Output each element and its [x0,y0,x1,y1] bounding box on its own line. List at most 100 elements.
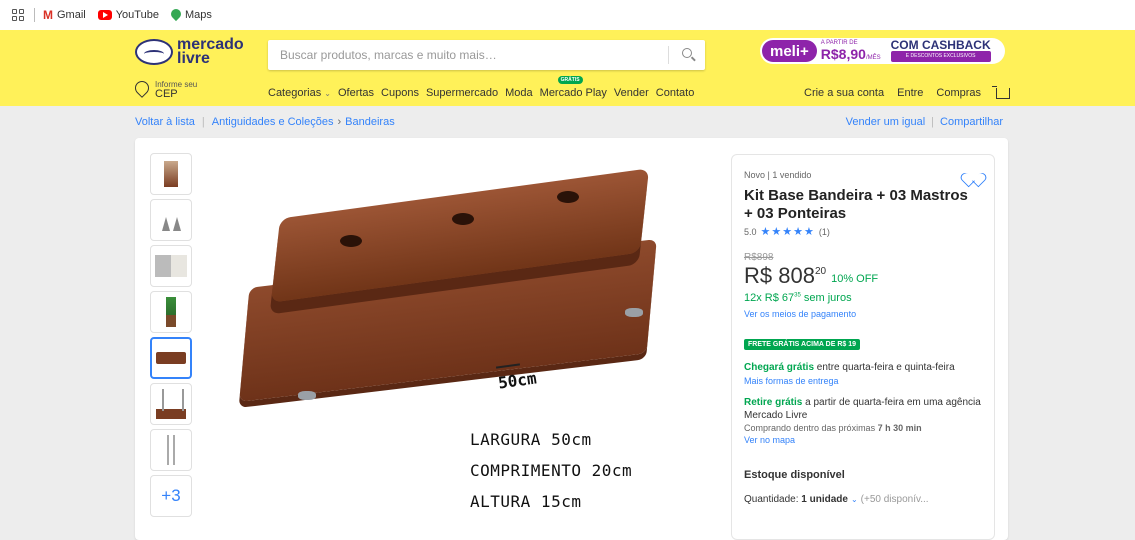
bookmark-maps[interactable]: Maps [171,9,212,21]
nav-moda[interactable]: Moda [505,87,533,99]
logo-line2: livre [177,50,210,67]
mercado-livre-logo[interactable]: mercado livre [135,37,244,67]
bookmarks-bar: M Gmail YouTube Maps [0,0,1135,30]
breadcrumb-bandeiras[interactable]: Bandeiras [345,116,395,128]
payment-methods-link[interactable]: Ver os meios de pagamento [744,309,982,319]
promo-price-suffix: /MÊS [865,55,881,61]
thumbnail[interactable] [150,429,192,471]
thumbnail-image [156,389,186,419]
pickup-bold: Retire grátis [744,397,803,408]
breadcrumb-arrow-icon: › [337,116,342,128]
back-to-list-link[interactable]: Voltar à lista [135,116,195,128]
quantity-value: 1 unidade [801,494,848,505]
search-icon[interactable] [669,40,705,70]
rubber-foot-shape [298,391,316,400]
more-delivery-link[interactable]: Mais formas de entrega [744,376,982,386]
pickup-window: Comprando dentro das próximas 7 h 30 min [744,423,982,433]
discount-label: 10% OFF [831,273,879,285]
spec-length: COMPRIMENTO 20cm [470,461,633,480]
search-input[interactable] [268,40,668,70]
pickup-window-text: Comprando dentro das próximas [744,423,878,433]
cep-label: CEP [155,88,178,100]
breadcrumb-separator: | [931,116,935,128]
cart-icon[interactable] [992,85,1011,99]
quantity-selector[interactable]: Quantidade: 1 unidade ⌄ (+50 disponív... [744,494,982,505]
more-images-label: +3 [161,486,181,505]
hole-shape [340,235,362,247]
spec-width: LARGURA 50cm [470,430,592,449]
thumbnail-image [167,435,175,465]
product-card: +3 50cm LARGURA 50cm COMPRIMENTO 20cm AL… [135,138,1008,540]
price-cents: 20 [814,266,827,277]
more-images-button[interactable]: +3 [150,475,192,517]
thumbnail-image [160,205,182,235]
nav-contato[interactable]: Contato [656,87,695,99]
nav-mercado-play[interactable]: GRÁTIS Mercado Play [539,76,607,99]
chevron-down-icon: ⌄ [850,495,858,504]
purchases-link[interactable]: Compras [936,87,981,99]
thumbnail-image [164,161,178,187]
meli-plus-banner[interactable]: meli+ A PARTIR DE R$8,90/MÊS COM CASHBAC… [760,38,1005,64]
hole-shape [452,213,474,225]
promo-cashback: COM CASHBACK E DESCONTOS EXCLUSIVOS [890,39,991,62]
star-icon: ★★★★★ [760,226,815,238]
bookmark-label: YouTube [115,9,159,21]
nav-categorias[interactable]: Categorias ⌄ [268,87,331,99]
nav-vender[interactable]: Vender [614,87,649,99]
installments-amount: 12x R$ 67 [744,292,795,304]
quantity-available: (+50 disponív... [860,494,929,505]
price-main: R$ 808 [744,263,815,288]
nav-label: Mercado Play [539,87,607,99]
bookmark-gmail[interactable]: M Gmail [43,8,86,22]
see-map-link[interactable]: Ver no mapa [744,435,982,445]
gmail-icon: M [43,8,53,22]
login-link[interactable]: Entre [897,87,923,99]
meli-plus-badge: meli+ [762,40,817,62]
youtube-icon [97,10,112,20]
breadcrumb-left: Voltar à lista | Antiguidades e Coleções… [135,116,395,128]
search-bar [268,40,705,70]
condition-label: Novo [744,170,766,180]
nav-ofertas[interactable]: Ofertas [338,87,374,99]
location-pin-icon [132,78,152,98]
spec-height: ALTURA 15cm [470,492,582,511]
cep-selector[interactable]: Informe seu CEP [132,78,197,100]
thumbnail[interactable] [150,153,192,195]
old-price: R$898 [744,252,774,263]
nav-cupons[interactable]: Cupons [381,87,419,99]
rating[interactable]: 5.0 ★★★★★ (1) [744,225,982,238]
promo-cashback-sub: E DESCONTOS EXCLUSIVOS [890,51,991,62]
thumbnail[interactable] [150,383,192,425]
nav-label: Categorias [268,87,322,99]
thumbnail[interactable] [150,291,192,333]
installments: 12x R$ 6735 sem juros [744,292,982,304]
bookmark-label: Gmail [57,9,86,21]
breadcrumb-antiguidades[interactable]: Antiguidades e Coleções [212,116,334,128]
thumbnail-image [166,297,176,327]
thumbnail-selected[interactable] [150,337,192,379]
dimension-label: 50cm [496,368,538,393]
product-title: Kit Base Bandeira + 03 Mastros + 03 Pont… [744,187,968,222]
sell-same-link[interactable]: Vender um igual [846,116,926,128]
create-account-link[interactable]: Crie a sua conta [804,87,884,99]
thumbnail[interactable] [150,199,192,241]
logo-text: mercado livre [177,37,244,67]
share-link[interactable]: Compartilhar [940,116,1003,128]
breadcrumb-separator: | [201,116,205,128]
maps-icon [171,9,181,21]
price: R$ 808 20 10% OFF [744,264,982,288]
rating-value: 5.0 [744,226,757,237]
heart-icon[interactable] [966,167,980,180]
rubber-foot-shape [625,308,643,317]
thumbnail[interactable] [150,245,192,287]
main-product-image[interactable]: 50cm LARGURA 50cm COMPRIMENTO 20cm ALTUR… [230,143,725,540]
stock-label: Estoque disponível [744,469,845,481]
bookmark-youtube[interactable]: YouTube [97,9,159,21]
breadcrumb-right: Vender um igual | Compartilhar [846,116,1003,128]
sold-count: 1 vendido [772,170,812,180]
nav-supermercado[interactable]: Supermercado [426,87,498,99]
main-nav: Categorias ⌄ Ofertas Cupons Supermercado… [268,76,701,99]
apps-grid-icon[interactable] [12,9,24,21]
thumbnail-image [156,352,186,364]
site-header: mercado livre meli+ A PARTIR DE R$8,90/M… [0,30,1135,106]
